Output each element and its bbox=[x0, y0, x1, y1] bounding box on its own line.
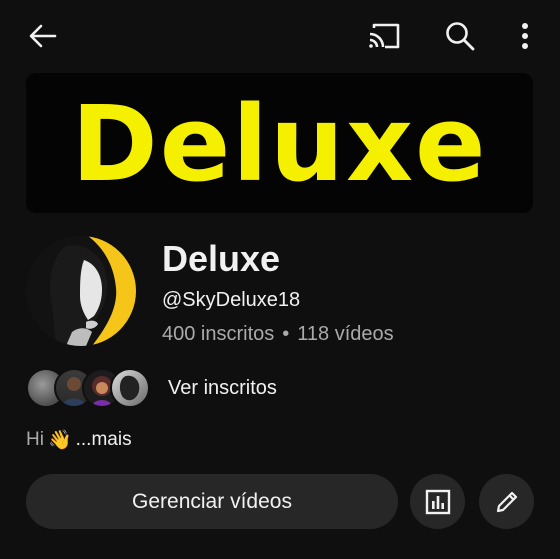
view-subscribers-row[interactable]: Ver inscritos bbox=[26, 368, 277, 408]
more-options-button[interactable] bbox=[503, 14, 547, 58]
cast-icon bbox=[369, 23, 400, 49]
channel-stats: 400 inscritos • 118 vídeos bbox=[162, 323, 394, 346]
manage-videos-button[interactable]: Gerenciar vídeos bbox=[26, 474, 398, 529]
subscriber-avatar bbox=[110, 368, 150, 408]
video-count: 118 vídeos bbox=[297, 323, 394, 345]
stats-separator: • bbox=[282, 323, 290, 345]
banner-text: Deluxe bbox=[71, 83, 488, 205]
channel-avatar[interactable] bbox=[26, 236, 136, 346]
channel-name: Deluxe bbox=[162, 238, 281, 279]
avatar-image bbox=[26, 236, 136, 346]
top-app-bar bbox=[0, 0, 560, 72]
search-button[interactable] bbox=[438, 14, 482, 58]
subscriber-count: 400 inscritos bbox=[162, 323, 275, 345]
view-subscribers-link[interactable]: Ver inscritos bbox=[168, 377, 277, 400]
pencil-icon bbox=[496, 491, 517, 512]
analytics-icon bbox=[425, 489, 450, 514]
cast-button[interactable] bbox=[362, 14, 406, 58]
analytics-button[interactable] bbox=[410, 474, 465, 529]
arrow-left-icon bbox=[29, 24, 57, 48]
more-vertical-icon bbox=[522, 23, 528, 49]
channel-handle: @SkyDeluxe18 bbox=[162, 289, 301, 311]
channel-banner: Deluxe bbox=[26, 73, 533, 213]
channel-description[interactable]: Hi 👋 ...mais bbox=[26, 428, 132, 452]
description-more-link[interactable]: ...mais bbox=[76, 429, 132, 451]
description-text: Hi bbox=[26, 429, 44, 450]
edit-channel-button[interactable] bbox=[479, 474, 534, 529]
wave-emoji: 👋 bbox=[47, 430, 72, 451]
search-icon bbox=[446, 22, 475, 51]
back-button[interactable] bbox=[21, 14, 65, 58]
